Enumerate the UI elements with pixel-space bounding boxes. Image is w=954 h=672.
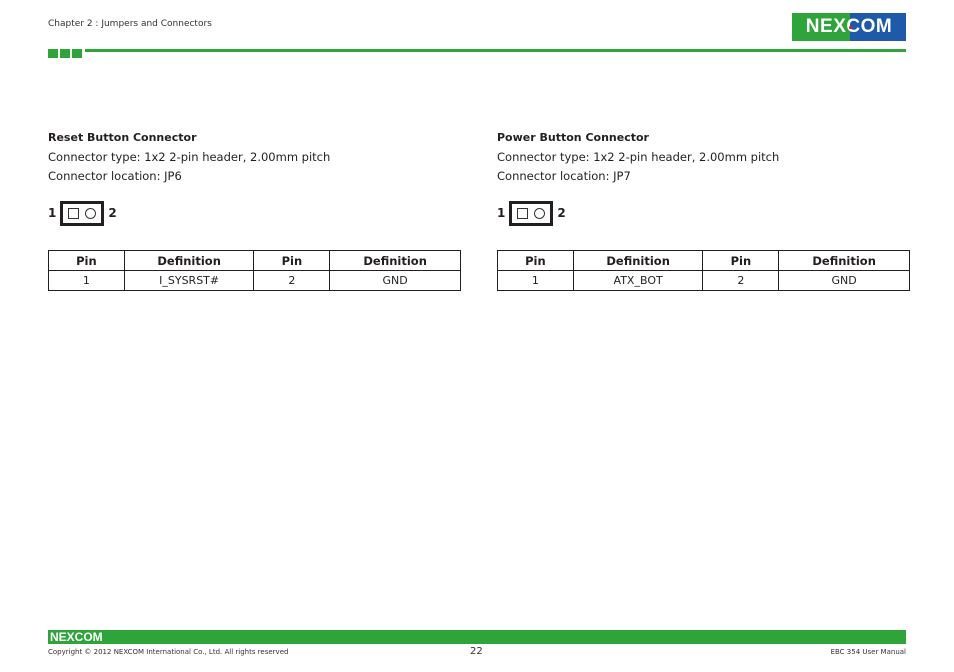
table-header-row: Pin Definition Pin Definition xyxy=(48,250,461,271)
table-header: Definition xyxy=(123,250,255,271)
table-header: Pin xyxy=(253,250,331,271)
copyright-text: Copyright © 2012 NEXCOM International Co… xyxy=(48,648,289,656)
square-pin-icon xyxy=(68,207,80,219)
power-button-connector-section: Power Button Connector Connector type: 1… xyxy=(497,131,911,291)
table-header: Pin xyxy=(48,250,125,271)
table-cell: 2 xyxy=(702,270,780,291)
table-header: Definition xyxy=(778,250,910,271)
pin-label-2: 2 xyxy=(557,206,566,220)
square-pin-icon xyxy=(517,207,529,219)
section-title: Reset Button Connector xyxy=(48,131,197,144)
header-rule xyxy=(85,49,906,52)
pin-label-1: 1 xyxy=(497,206,506,220)
header-outline xyxy=(509,200,554,226)
header-outline xyxy=(60,200,105,226)
table-row: 1 I_SYSRST# 2 GND xyxy=(48,270,461,291)
pin-definition-table: Pin Definition Pin Definition 1 ATX_BOT … xyxy=(497,250,910,291)
pin-header-diagram: 1 2 xyxy=(497,200,566,226)
section-title: Power Button Connector xyxy=(497,131,649,144)
pin-label-1: 1 xyxy=(48,206,57,220)
connector-location: Connector location: JP7 xyxy=(497,169,631,183)
connector-type: Connector type: 1x2 2-pin header, 2.00mm… xyxy=(497,150,780,164)
table-cell: 2 xyxy=(253,270,331,291)
pin-definition-table: Pin Definition Pin Definition 1 I_SYSRST… xyxy=(48,250,461,291)
table-header: Definition xyxy=(572,250,704,271)
table-header: Pin xyxy=(497,250,574,271)
table-cell: I_SYSRST# xyxy=(123,270,255,291)
connector-type: Connector type: 1x2 2-pin header, 2.00mm… xyxy=(48,150,331,164)
table-cell: 1 xyxy=(497,270,574,291)
pin-header-diagram: 1 2 xyxy=(48,200,117,226)
manual-title: EBC 354 User Manual xyxy=(830,648,906,656)
table-header-row: Pin Definition Pin Definition xyxy=(497,250,910,271)
reset-button-connector-section: Reset Button Connector Connector type: 1… xyxy=(48,131,462,291)
footer-logo: NEXCOM xyxy=(50,630,103,644)
pin-label-2: 2 xyxy=(108,206,117,220)
logo-red-dot xyxy=(849,26,852,29)
table-cell: GND xyxy=(778,270,910,291)
connector-location: Connector location: JP6 xyxy=(48,169,182,183)
round-pin-icon xyxy=(85,207,97,219)
round-pin-icon xyxy=(534,207,546,219)
table-header: Definition xyxy=(329,250,461,271)
page-number: 22 xyxy=(470,646,483,657)
table-row: 1 ATX_BOT 2 GND xyxy=(497,270,910,291)
nexcom-logo: NEXCOM xyxy=(792,13,906,41)
table-cell: ATX_BOT xyxy=(572,270,704,291)
table-cell: 1 xyxy=(48,270,125,291)
chapter-heading: Chapter 2 : Jumpers and Connectors xyxy=(48,19,212,29)
header-squares-decoration xyxy=(48,49,82,58)
table-header: Pin xyxy=(702,250,780,271)
table-cell: GND xyxy=(329,270,461,291)
footer-bar xyxy=(48,630,906,644)
